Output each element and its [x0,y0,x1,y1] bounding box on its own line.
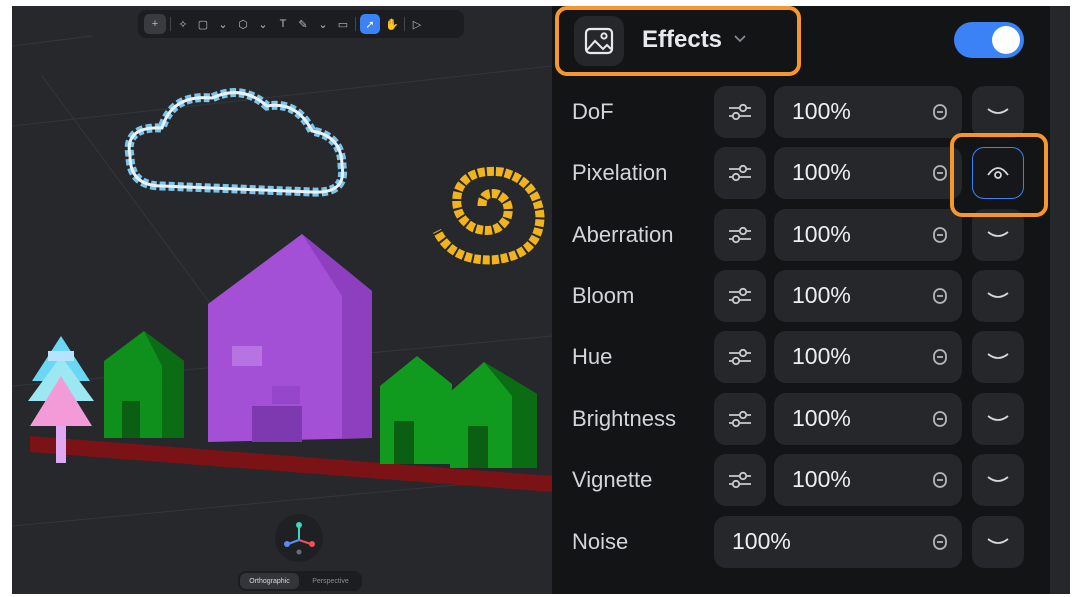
green-house-right-2 [450,362,537,468]
comment-icon[interactable]: ▭ [335,14,351,34]
magic-icon[interactable]: ✧ [175,14,191,34]
toolbar-divider [355,17,356,31]
effect-label: Pixelation [572,160,668,185]
effect-label: Vignette [572,467,653,492]
link-icon[interactable] [932,103,948,121]
effect-row: Vignette 100% [552,454,1050,506]
eye-closed-icon[interactable] [972,270,1024,322]
effect-value: 100% [732,528,791,554]
camera-mode-toggle: Orthographic Perspective [238,571,362,591]
effect-value-field[interactable]: 100% [774,331,962,383]
sliders-icon[interactable] [714,393,766,445]
effect-value-field[interactable]: 100% [774,86,962,138]
effect-row: Pixelation 100% [552,147,1050,199]
effect-label: Noise [572,529,629,554]
effect-value: 100% [792,98,851,124]
sliders-icon[interactable] [714,454,766,506]
link-icon[interactable] [932,471,948,489]
effect-row: Bloom 100% [552,270,1050,322]
sliders-icon[interactable] [714,209,766,261]
eye-open-icon[interactable] [972,147,1024,199]
sliders-icon[interactable] [714,86,766,138]
effect-value: 100% [792,282,851,308]
link-icon[interactable] [932,164,948,182]
chevron-down-icon[interactable]: ⌄ [255,14,271,34]
effects-panel: Effects DoF 100% Pixelation 100% Aberration 1… [552,6,1050,594]
canvas-viewport[interactable]: + ✧ ▢ ⌄ ⬡ ⌄ T ✎ ⌄ ▭ ➚ ✋ ▷ Orthographic P… [12,6,552,594]
effect-value-field[interactable]: 100% [714,516,962,568]
effects-enable-toggle[interactable] [954,22,1024,58]
canvas-edge [1050,6,1070,594]
link-icon[interactable] [932,287,948,305]
effect-value-field[interactable]: 100% [774,209,962,261]
toggle-knob [992,26,1020,54]
perspective-button[interactable]: Perspective [301,573,360,589]
effect-value: 100% [792,159,851,185]
text-icon[interactable]: T [275,14,291,34]
chevron-down-icon[interactable] [732,30,748,46]
eye-closed-icon[interactable] [972,516,1024,568]
link-icon[interactable] [932,348,948,366]
effect-label: Hue [572,344,613,369]
eye-closed-icon[interactable] [972,209,1024,261]
panel-title[interactable]: Effects [642,26,722,54]
paint-icon[interactable]: ✎ [295,14,311,34]
pixel-scene [12,35,552,527]
effect-label: Aberration [572,222,674,247]
hand-icon[interactable]: ✋ [384,14,400,34]
effect-value-field[interactable]: 100% [774,270,962,322]
link-icon[interactable] [932,533,948,551]
rectangle-icon[interactable]: ▢ [195,14,211,34]
effect-row: Hue 100% [552,331,1050,383]
effect-row: DoF 100% [552,86,1050,138]
orthographic-button[interactable]: Orthographic [240,573,299,589]
effect-value-field[interactable]: 100% [774,454,962,506]
shape-icon[interactable]: ⬡ [235,14,251,34]
effect-value: 100% [792,466,851,492]
effect-label: DoF [572,99,614,124]
toolbar-divider [404,17,405,31]
effect-value-field[interactable]: 100% [774,147,962,199]
green-house-right-1 [380,356,452,464]
sliders-icon[interactable] [714,270,766,322]
effect-value: 100% [792,343,851,369]
eye-closed-icon[interactable] [972,331,1024,383]
effect-row: Noise 100% [552,516,1050,568]
eye-closed-icon[interactable] [972,454,1024,506]
orientation-gizmo[interactable] [275,514,323,562]
effect-value: 100% [792,221,851,247]
link-icon[interactable] [932,410,948,428]
purple-house [208,234,372,442]
pixel-spiral [432,166,545,265]
chevron-down-icon[interactable]: ⌄ [215,14,231,34]
app-window: + ✧ ▢ ⌄ ⬡ ⌄ T ✎ ⌄ ▭ ➚ ✋ ▷ Orthographic P… [12,6,1070,594]
effect-label: Brightness [572,406,676,431]
eye-closed-icon[interactable] [972,86,1024,138]
effect-row: Brightness 100% [552,393,1050,445]
select-icon[interactable]: ➚ [360,14,380,34]
effect-row: Aberration 100% [552,209,1050,261]
link-icon[interactable] [932,226,948,244]
chevron-down-icon[interactable]: ⌄ [315,14,331,34]
green-house-left [104,331,184,438]
sliders-icon[interactable] [714,331,766,383]
add-icon[interactable]: + [144,14,166,34]
play-icon[interactable]: ▷ [409,14,425,34]
pixel-cloud [124,88,348,197]
image-icon[interactable] [574,16,624,66]
canvas-toolbar: + ✧ ▢ ⌄ ⬡ ⌄ T ✎ ⌄ ▭ ➚ ✋ ▷ [138,10,464,38]
effect-label: Bloom [572,283,635,308]
toolbar-divider [170,17,171,31]
eye-closed-icon[interactable] [972,393,1024,445]
sliders-icon[interactable] [714,147,766,199]
effect-value-field[interactable]: 100% [774,393,962,445]
effect-value: 100% [792,405,851,431]
